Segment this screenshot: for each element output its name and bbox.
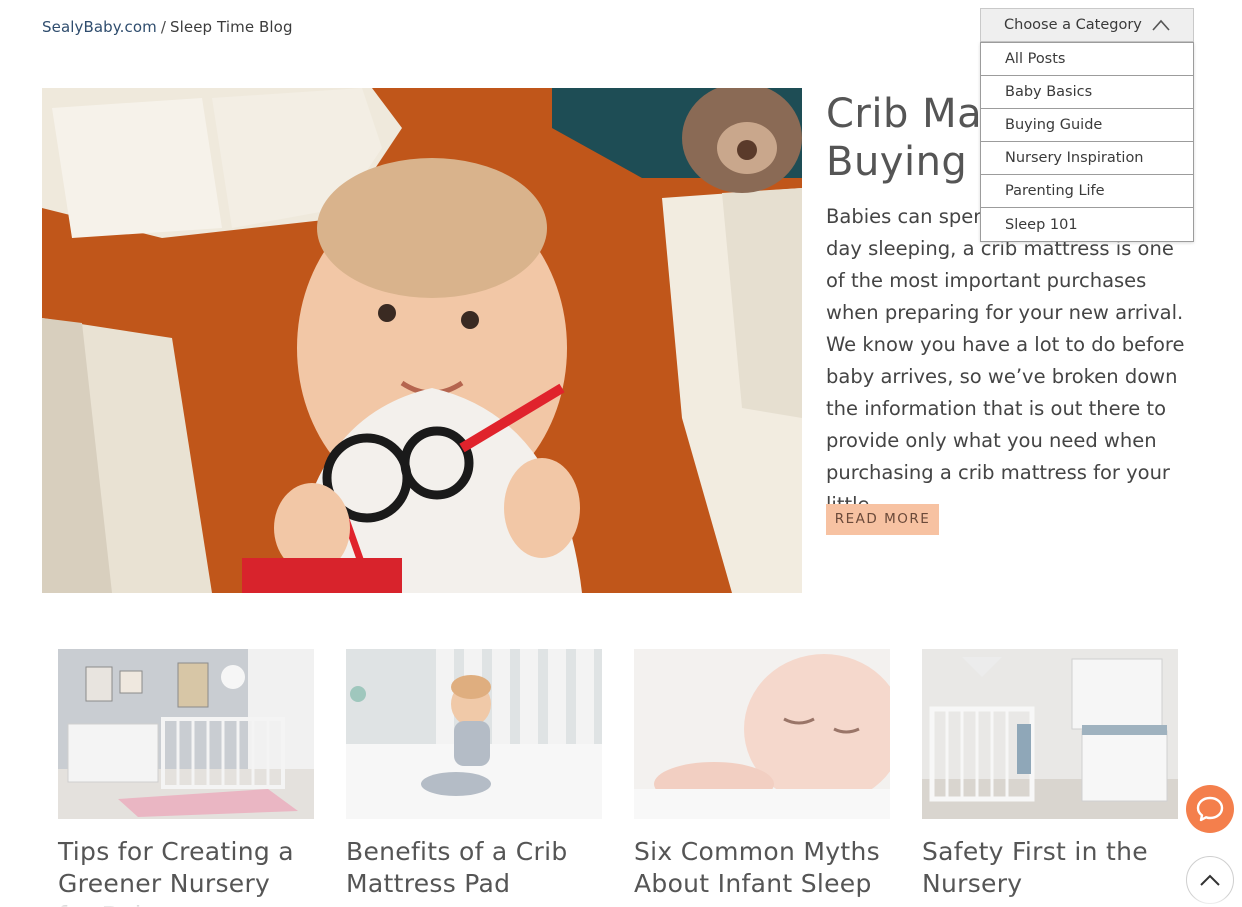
baby-with-glasses-photo [42, 88, 802, 593]
card-image-nursery[interactable] [58, 649, 314, 819]
card-title-safety-first[interactable]: Safety First in the Nursery [922, 836, 1172, 900]
card-image-mattress-pad[interactable] [346, 649, 602, 819]
read-more-button[interactable]: READ MORE [826, 504, 939, 535]
card-image-safety-nursery[interactable] [922, 649, 1178, 819]
chevron-up-icon [1152, 19, 1170, 31]
featured-image[interactable] [42, 88, 802, 593]
featured-excerpt: Babies can spend up to 16 hours a day sl… [826, 205, 1185, 516]
breadcrumb-current: Sleep Time Blog [170, 18, 293, 36]
card-title-mattress-pad[interactable]: Benefits of a Crib Mattress Pad [346, 836, 596, 900]
category-option-baby-basics[interactable]: Baby Basics [981, 76, 1193, 109]
baby-in-crib-photo [346, 649, 602, 819]
category-option-parenting-life[interactable]: Parenting Life [981, 175, 1193, 208]
card-title-infant-sleep[interactable]: Six Common Myths About Infant Sleep [634, 836, 884, 900]
nursery-photo [58, 649, 314, 819]
breadcrumb: SealyBaby.com / Sleep Time Blog [42, 17, 293, 37]
category-dropdown-toggle[interactable]: Choose a Category [980, 8, 1194, 42]
chat-button[interactable] [1186, 785, 1234, 833]
category-option-buying-guide[interactable]: Buying Guide [981, 109, 1193, 142]
category-option-nursery-inspiration[interactable]: Nursery Inspiration [981, 142, 1193, 175]
back-to-top-button[interactable] [1186, 856, 1234, 904]
card-image-infant-sleep[interactable] [634, 649, 890, 819]
category-option-all-posts[interactable]: All Posts [981, 43, 1193, 76]
category-dropdown-menu: All Posts Baby Basics Buying Guide Nurse… [980, 42, 1194, 242]
breadcrumb-separator: / [160, 18, 166, 36]
category-option-sleep-101[interactable]: Sleep 101 [981, 208, 1193, 241]
white-nursery-photo [922, 649, 1178, 819]
chat-bubble-icon [1196, 796, 1224, 822]
card-title-greener-nursery[interactable]: Tips for Creating a Greener Nursery for … [58, 836, 308, 907]
chevron-up-icon [1200, 874, 1220, 886]
sleeping-baby-photo [634, 649, 890, 819]
category-dropdown-label: Choose a Category [1004, 17, 1142, 33]
breadcrumb-home-link[interactable]: SealyBaby.com [42, 18, 157, 36]
